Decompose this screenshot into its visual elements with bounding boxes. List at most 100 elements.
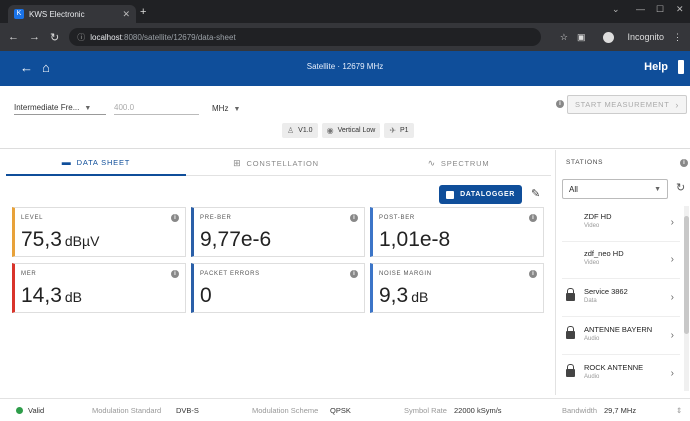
minimize-icon[interactable]: —	[636, 4, 645, 14]
scrollbar-thumb[interactable]	[684, 216, 689, 334]
metric-number: 75,3	[21, 228, 62, 251]
metric-card-post-ber[interactable]: POST-BER i 1,01e-8	[370, 207, 544, 257]
incognito-icon	[603, 31, 615, 43]
station-type: Video	[584, 260, 600, 266]
tab-search-icon[interactable]: ▣	[577, 32, 586, 43]
station-name: ZDF HD	[584, 212, 612, 221]
unit-select-value: MHz	[212, 104, 229, 113]
chevron-down-icon[interactable]: ⌄	[612, 4, 620, 15]
measurement-info-icon[interactable]: i	[556, 100, 564, 108]
metric-label: PACKET ERRORS	[200, 271, 260, 277]
forward-icon[interactable]: →	[29, 31, 40, 43]
metric-label: POST-BER	[379, 215, 415, 221]
info-icon[interactable]: i	[171, 270, 179, 278]
bandwidth-value: 29,7 MHz	[604, 406, 637, 415]
mod-standard-label: Modulation Standard	[92, 406, 162, 415]
metric-card-mer[interactable]: MER i 14,3 dB	[12, 263, 186, 313]
datalogger-button[interactable]: DATALOGGER	[439, 185, 522, 204]
mod-scheme-label: Modulation Scheme	[252, 406, 319, 415]
browser-tab-title: KWS Electronic	[29, 9, 85, 19]
edit-pencil-icon[interactable]: ✎	[531, 187, 540, 200]
chip-port[interactable]: ✈ P1	[384, 123, 414, 138]
datalogger-label: DATALOGGER	[460, 191, 515, 198]
chevron-down-icon: ▼	[654, 185, 661, 193]
browser-tab[interactable]: K KWS Electronic ✕	[8, 5, 136, 23]
metric-value: 1,01e-8	[379, 228, 450, 252]
lock-icon	[566, 364, 575, 377]
metric-unit: dB	[64, 289, 82, 305]
stations-info-icon[interactable]: i	[680, 159, 688, 167]
metric-unit: dB	[411, 289, 429, 305]
station-type: Audio	[584, 336, 600, 342]
close-window-icon[interactable]: ✕	[676, 4, 684, 15]
tab-data-sheet[interactable]: ▬ DATA SHEET	[6, 150, 186, 176]
station-type: Audio	[584, 374, 600, 380]
station-item[interactable]: ZDF HD Video ›	[562, 206, 680, 242]
unit-select[interactable]: MHz ▼	[212, 98, 242, 115]
expand-icon[interactable]: ⇕	[676, 406, 682, 415]
info-icon[interactable]: i	[350, 270, 358, 278]
chevron-right-icon: ›	[670, 254, 674, 265]
frequency-input[interactable]: 400.0	[114, 98, 199, 115]
metric-card-pre-ber[interactable]: PRE-BER i 9,77e-6	[191, 207, 365, 257]
maximize-icon[interactable]: ☐	[656, 4, 664, 15]
metric-card-noise-margin[interactable]: NOISE MARGIN i 9,3 dB	[370, 263, 544, 313]
back-icon[interactable]: ←	[8, 31, 19, 43]
tab-spectrum[interactable]: ∿ SPECTRUM	[366, 150, 551, 176]
start-measurement-button[interactable]: START MEASUREMENT ›	[567, 95, 687, 114]
metric-card-level[interactable]: LEVEL i 75,3 dBµV	[12, 207, 186, 257]
chevron-right-icon: ›	[670, 292, 674, 303]
metric-card-packet-errors[interactable]: PACKET ERRORS i 0	[191, 263, 365, 313]
info-icon[interactable]: i	[171, 214, 179, 222]
tab-label: DATA SHEET	[76, 157, 131, 167]
lock-icon	[566, 288, 575, 301]
stations-panel: STATIONS i All ▼ ↻ ZDF HD Video › zdf_ne…	[555, 150, 690, 395]
metric-number: 9,3	[379, 284, 409, 307]
tab-constellation[interactable]: ⊞ CONSTELLATION	[186, 150, 366, 176]
station-item[interactable]: ANTENNE BAYERN Audio ›	[562, 319, 680, 355]
mode-select[interactable]: Intermediate Fre... ▼	[14, 98, 106, 115]
info-icon[interactable]: i	[529, 270, 537, 278]
help-button[interactable]: Help	[644, 61, 668, 73]
chevron-right-icon: ›	[670, 330, 674, 341]
symbol-rate-value: 22000 kSym/s	[454, 406, 502, 415]
metric-label: NOISE MARGIN	[379, 271, 432, 277]
bookmark-star-icon[interactable]: ☆	[560, 32, 568, 43]
new-tab-icon[interactable]: +	[140, 6, 146, 18]
tab-label: CONSTELLATION	[246, 158, 319, 168]
url-field[interactable]: ⓘ localhost :8080/satellite/12679/data-s…	[69, 28, 541, 46]
metric-value: 9,3 dB	[379, 284, 428, 308]
reload-icon[interactable]: ↻	[50, 31, 59, 44]
station-item[interactable]: zdf_neo HD Video ›	[562, 243, 680, 279]
frequency-placeholder: 400.0	[114, 103, 135, 112]
menu-dots-icon[interactable]: ⋮	[673, 32, 682, 43]
lock-icon	[566, 326, 575, 339]
close-tab-icon[interactable]: ✕	[122, 9, 130, 20]
station-name: Service 3862	[584, 287, 628, 296]
chevron-down-icon: ▼	[84, 105, 92, 112]
metric-label: PRE-BER	[200, 215, 232, 221]
metric-value: 75,3 dBµV	[21, 228, 99, 252]
stations-filter-select[interactable]: All ▼	[562, 179, 668, 199]
view-tabs: ▬ DATA SHEET ⊞ CONSTELLATION ∿ SPECTRUM	[6, 150, 551, 176]
main-panel: ▬ DATA SHEET ⊞ CONSTELLATION ∿ SPECTRUM …	[6, 150, 551, 395]
stations-scrollbar[interactable]	[684, 206, 689, 391]
url-path: :8080/satellite/12679/data-sheet	[121, 32, 236, 42]
app-favicon-icon: K	[14, 9, 24, 19]
info-icon: ⓘ	[77, 32, 86, 42]
metric-unit: dBµV	[64, 233, 100, 249]
station-name: ANTENNE BAYERN	[584, 325, 653, 334]
chip-polarization[interactable]: ◉ Vertical Low	[321, 123, 381, 138]
metric-value: 9,77e-6	[200, 228, 271, 252]
refresh-icon[interactable]: ↻	[676, 181, 685, 194]
address-bar: ← → ↻ ⓘ localhost :8080/satellite/12679/…	[0, 23, 690, 51]
profile-button[interactable]: Incognito	[594, 31, 664, 43]
valid-status: Valid	[16, 406, 44, 415]
info-icon[interactable]: i	[529, 214, 537, 222]
chip-lnb[interactable]: ♙ V1.0	[282, 123, 318, 138]
info-icon[interactable]: i	[350, 214, 358, 222]
symbol-rate-label: Symbol Rate	[404, 406, 447, 415]
station-item[interactable]: ROCK ANTENNE Audio ›	[562, 357, 680, 393]
station-item[interactable]: Service 3862 Data ›	[562, 281, 680, 317]
start-measurement-label: START MEASUREMENT	[575, 100, 670, 109]
